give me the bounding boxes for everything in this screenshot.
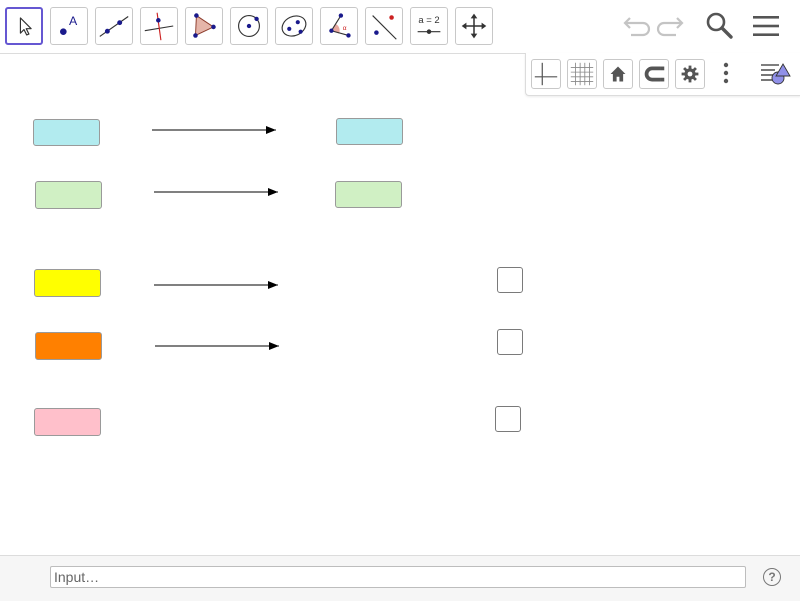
graphics-view[interactable] [0,53,800,555]
perpendicular-line-icon [144,12,174,41]
cursor-arrow-icon [19,17,32,36]
cyan-target-box[interactable] [336,118,403,145]
home-icon [610,66,626,82]
point-tool[interactable]: A [50,7,88,45]
main-menu-button[interactable] [748,8,784,44]
green-target-box[interactable] [335,181,402,208]
graphics-settings-button[interactable] [675,59,705,89]
point-capturing-button[interactable] [639,59,669,89]
slider-tool[interactable]: a = 2 [410,7,448,45]
angle-tool[interactable]: α [320,7,358,45]
input-bar[interactable] [50,566,746,588]
polygon-icon [193,13,216,38]
checkbox-1[interactable] [497,267,523,293]
reflect-tool[interactable] [365,7,403,45]
redo-button[interactable] [654,8,690,44]
orange-box[interactable] [35,332,102,360]
move-tool[interactable] [5,7,43,45]
circle-tool[interactable] [230,7,268,45]
reflect-about-line-icon [372,15,397,40]
style-bar [525,53,800,96]
yellow-box[interactable] [34,269,101,297]
angle-icon: α [329,13,351,38]
perpendicular-line-tool[interactable] [140,7,178,45]
undo-button[interactable] [617,8,653,44]
search-button[interactable] [701,8,737,44]
slider-icon: a = 2 [417,15,441,34]
help-button[interactable]: ? [763,568,781,586]
help-label: ? [768,570,776,584]
snap-magnet-icon [644,66,665,82]
move-graphics-tool[interactable] [455,7,493,45]
input-field[interactable] [51,567,745,587]
toolbar: A α a = 2 [0,0,800,54]
line-tool[interactable] [95,7,133,45]
more-options-button[interactable] [716,59,736,89]
undo-icon [623,17,651,37]
point-tool-label: A [69,14,78,28]
line-through-points-icon [99,16,129,37]
conic-tool[interactable] [275,7,313,45]
pink-box[interactable] [34,408,101,436]
grid-icon [570,62,594,86]
standard-view-button[interactable] [603,59,633,89]
green-box[interactable] [35,181,102,209]
input-bar-area: ? [0,555,800,601]
polygon-tool[interactable] [185,7,223,45]
svg-text:α: α [343,25,347,32]
menu-icon [753,16,779,36]
checkbox-3[interactable] [495,406,521,432]
circle-center-point-icon [238,15,260,37]
more-dots-icon [723,62,729,84]
settings-gear-icon [681,65,699,83]
ellipse-icon [281,15,307,37]
search-icon [706,12,733,39]
slider-tool-label: a = 2 [418,15,439,26]
point-icon: A [60,14,78,35]
toggle-style-bar-button[interactable] [759,59,793,89]
move-arrows-icon [461,13,487,39]
show-grid-button[interactable] [567,59,597,89]
redo-icon [656,17,684,37]
cyan-box[interactable] [33,119,100,146]
checkbox-2[interactable] [497,329,523,355]
show-axes-button[interactable] [531,59,561,89]
toggle-style-bar-icon [761,63,791,85]
axes-icon [534,62,558,86]
